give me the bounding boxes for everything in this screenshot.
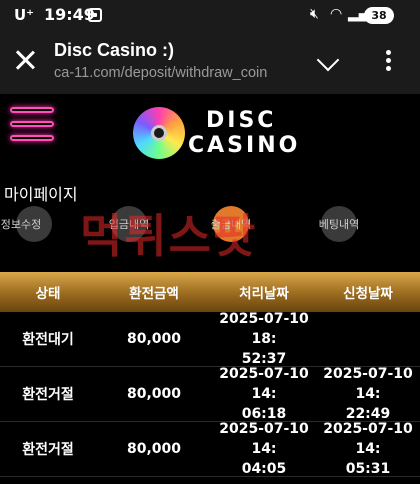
wifi-icon: ◠ [330,6,343,22]
close-icon[interactable] [12,48,38,74]
status-cell: 환전거절 [22,442,74,458]
processed-date-cell: 2025-07-10 18: 52:37 [219,311,309,367]
page-title: Disc Casino :) [54,40,175,60]
column-header: 신청날짜 [343,286,393,302]
processed-date-cell: 2025-07-10 14: 06:18 [219,366,309,422]
status-bar: U⁺ 19:49 🔇︎ ◠ ▂▄ 38 [0,0,420,32]
table-row: 환전거절 80,000 2025-07-10 14: 04:05 2025-07… [0,421,420,477]
amount-cell: 80,000 [126,441,182,457]
logo-line1: DISC [206,108,277,133]
table-header: 상태 환전금액 처리날짜 신청날짜 [0,272,420,312]
disc-logo-icon [133,107,185,159]
requested-date-cell: 2025-07-10 14: 22:49 [323,366,413,422]
mute-icon: 🔇︎ [310,6,319,22]
table-row: 환전대기 80,000 2025-07-10 18: 52:37 [0,311,420,367]
section-title: 마이페이지 [4,185,78,204]
status-cell: 환전대기 [22,332,74,348]
tab-profile-edit[interactable]: 정보수정 [0,206,56,242]
column-header: 처리날짜 [239,286,289,302]
chevron-down-icon[interactable] [316,48,340,72]
tab-label: 정보수정 [0,218,42,231]
carrier-label: U⁺ [14,6,35,24]
status-cell: 환전거절 [22,387,74,403]
site-logo[interactable]: DISC CASINO [188,108,300,158]
tab-label: 베팅내역 [318,218,360,231]
screenshot-icon [88,8,102,22]
more-menu-icon[interactable] [386,50,392,76]
url-label[interactable]: ca-11.com/deposit/withdraw_coin [54,65,267,81]
browser-toolbar: Disc Casino :) ca-11.com/deposit/withdra… [0,32,420,94]
menu-icon[interactable] [10,107,54,145]
watermark: 먹튀스팟 [80,209,258,263]
table-row: 환전거절 80,000 2025-07-10 14: 06:18 2025-07… [0,366,420,422]
amount-cell: 80,000 [126,331,182,347]
processed-date-cell: 2025-07-10 14: 04:05 [219,421,309,477]
column-header: 상태 [35,286,61,302]
amount-cell: 80,000 [126,386,182,402]
battery-icon: 38 [364,7,394,24]
column-header: 환전금액 [129,286,179,302]
requested-date-cell [316,312,420,366]
tab-betting-history[interactable]: 베팅내역 [304,206,374,242]
logo-line2: CASINO [188,133,301,158]
requested-date-cell: 2025-07-10 14: 05:31 [323,421,413,477]
